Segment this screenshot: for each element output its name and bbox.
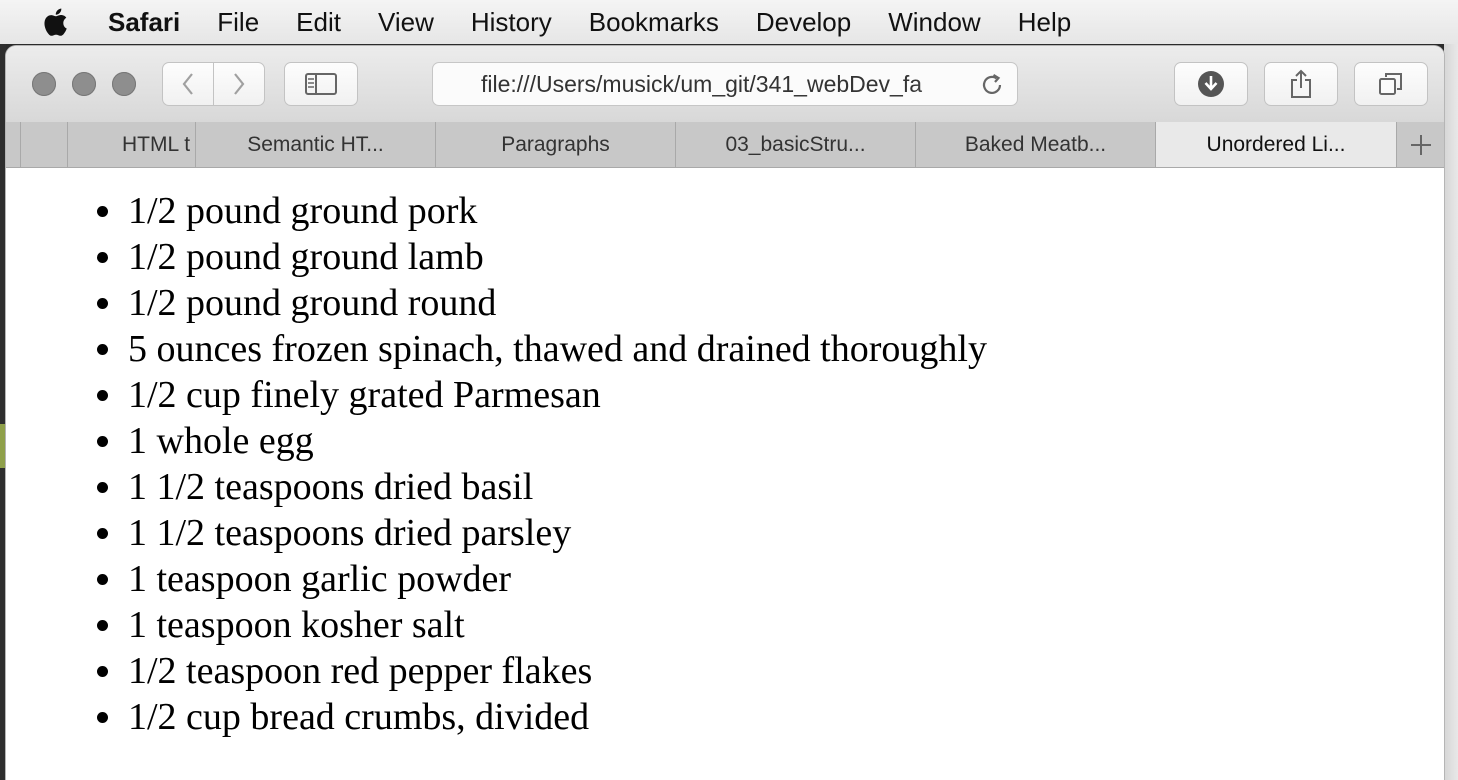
tab-html[interactable]: HTML t [67,122,197,167]
reload-icon[interactable] [979,72,1005,98]
back-button[interactable] [162,62,214,106]
list-item: 1/2 pound ground pork [126,188,987,234]
apple-logo-icon[interactable] [40,7,70,37]
menu-history[interactable]: History [471,0,552,44]
forward-button[interactable] [213,62,265,106]
tabs-overview-icon [1379,73,1402,95]
list-item: 1/2 pound ground round [126,280,987,326]
sidebar-icon [305,73,337,95]
tabs-overview-button[interactable] [1354,62,1428,106]
menu-view[interactable]: View [378,0,434,44]
new-tab-button[interactable] [1396,122,1444,167]
tab-pinned[interactable] [20,122,68,167]
background-window-right [1444,44,1458,780]
page-content: 1/2 pound ground pork1/2 pound ground la… [6,168,1444,780]
menu-bookmarks[interactable]: Bookmarks [589,0,719,44]
address-url[interactable]: file:///Users/musick/um_git/341_webDev_f… [481,63,965,105]
download-icon [1198,71,1224,97]
menu-develop[interactable]: Develop [756,0,851,44]
chevron-left-icon [182,73,193,95]
menu-edit[interactable]: Edit [296,0,341,44]
list-item: 1/2 pound ground lamb [126,234,987,280]
tab-semantic-html[interactable]: Semantic HT... [195,122,435,167]
share-button[interactable] [1264,62,1338,106]
sidebar-button[interactable] [284,62,358,106]
list-item: 1 teaspoon garlic powder [126,556,987,602]
list-item: 1 teaspoon kosher salt [126,602,987,648]
list-item: 1 1/2 teaspoons dried basil [126,464,987,510]
menu-file[interactable]: File [217,0,259,44]
plus-icon [1410,134,1431,155]
menu-window[interactable]: Window [888,0,980,44]
tab-bar-spacer [6,122,20,167]
toolbar: file:///Users/musick/um_git/341_webDev_f… [6,46,1444,123]
tab-bar: HTML t Semantic HT... Paragraphs 03_basi… [6,122,1444,168]
list-item: 1/2 cup bread crumbs, divided [126,694,987,740]
browser-window: file:///Users/musick/um_git/341_webDev_f… [6,46,1444,780]
chevron-right-icon [234,73,245,95]
tab-paragraphs[interactable]: Paragraphs [435,122,675,167]
list-item: 1 1/2 teaspoons dried parsley [126,510,987,556]
list-item: 1 whole egg [126,418,987,464]
tab-baked-meatballs[interactable]: Baked Meatb... [915,122,1155,167]
address-bar[interactable]: file:///Users/musick/um_git/341_webDev_f… [432,62,1018,106]
minimize-window-button[interactable] [72,72,96,96]
close-window-button[interactable] [32,72,56,96]
list-item: 1/2 teaspoon red pepper flakes [126,648,987,694]
share-icon [1291,69,1311,98]
list-item: 5 ounces frozen spinach, thawed and drai… [126,326,987,372]
tab-unordered-list[interactable]: Unordered Li... [1155,122,1396,167]
zoom-window-button[interactable] [112,72,136,96]
tab-basic-structure[interactable]: 03_basicStru... [675,122,915,167]
ingredients-list: 1/2 pound ground pork1/2 pound ground la… [126,188,987,740]
menu-app-name[interactable]: Safari [108,0,180,44]
downloads-button[interactable] [1174,62,1248,106]
menu-bar: Safari File Edit View History Bookmarks … [0,0,1458,44]
menu-help[interactable]: Help [1018,0,1071,44]
list-item: 1/2 cup finely grated Parmesan [126,372,987,418]
